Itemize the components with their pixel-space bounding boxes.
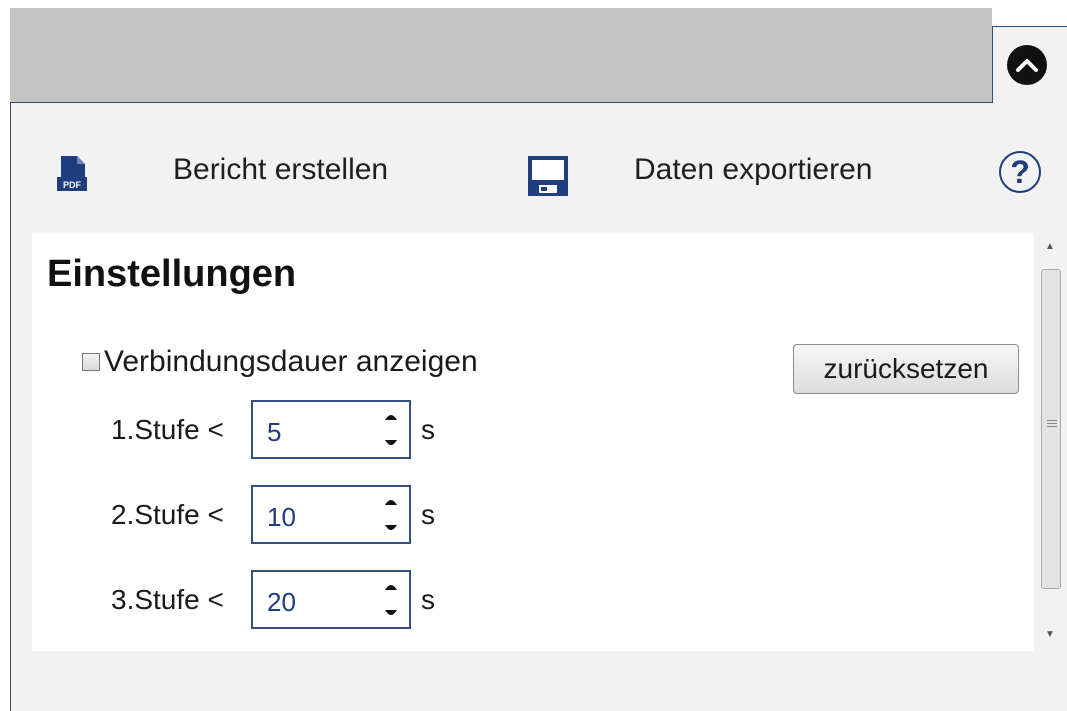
grip-icon: [1047, 420, 1057, 429]
settings-panel: PDF Bericht erstellen Daten exportieren …: [10, 103, 1067, 711]
show-duration-row: Verbindungsdauer anzeigen: [82, 345, 478, 379]
level-unit: s: [421, 583, 435, 615]
scroll-thumb[interactable]: [1041, 269, 1061, 589]
create-report-button[interactable]: Bericht erstellen: [173, 153, 388, 187]
help-icon: ?: [1010, 153, 1030, 190]
spinner-arrows-icon[interactable]: [381, 408, 401, 452]
level-1-spinner[interactable]: [251, 400, 411, 459]
reset-button[interactable]: zurücksetzen: [793, 344, 1019, 394]
scroll-down-icon[interactable]: ▼: [1045, 629, 1055, 640]
pdf-icon-text: PDF: [63, 180, 82, 190]
level-2-spinner[interactable]: [251, 485, 411, 544]
spinner-arrows-icon[interactable]: [381, 493, 401, 537]
level-label: 1.Stufe <: [111, 413, 224, 445]
level-row-1: 1.Stufe < s: [111, 400, 435, 459]
tab-bar: [10, 8, 992, 104]
pdf-icon[interactable]: PDF: [55, 155, 89, 198]
collapse-button[interactable]: [1007, 45, 1047, 85]
level-1-input[interactable]: [265, 416, 369, 449]
show-duration-checkbox[interactable]: [82, 353, 100, 371]
scroll-up-icon[interactable]: ▲: [1045, 241, 1055, 252]
export-data-label: Daten exportieren: [634, 153, 873, 186]
chevron-up-icon: [1016, 59, 1038, 72]
settings-content: Einstellungen Verbindungsdauer anzeigen …: [32, 233, 1034, 651]
level-label: 3.Stufe <: [111, 583, 224, 615]
export-data-button[interactable]: Daten exportieren: [634, 153, 872, 187]
level-3-spinner[interactable]: [251, 570, 411, 629]
level-label: 2.Stufe <: [111, 498, 224, 530]
level-unit: s: [421, 413, 435, 445]
show-duration-label: Verbindungsdauer anzeigen: [104, 345, 478, 378]
level-row-2: 2.Stufe < s: [111, 485, 435, 544]
toolbar: PDF Bericht erstellen Daten exportieren …: [11, 103, 1067, 233]
page-title: Einstellungen: [47, 253, 297, 295]
save-icon[interactable]: [527, 155, 569, 202]
tab-strip: [0, 0, 1067, 107]
create-report-label: Bericht erstellen: [173, 153, 389, 186]
vertical-scrollbar[interactable]: ▲ ▼: [1036, 233, 1066, 651]
level-2-input[interactable]: [265, 501, 369, 534]
spinner-arrows-icon[interactable]: [381, 578, 401, 622]
help-button[interactable]: ?: [999, 151, 1041, 193]
level-3-input[interactable]: [265, 586, 369, 619]
level-unit: s: [421, 498, 435, 530]
level-row-3: 3.Stufe < s: [111, 570, 435, 629]
